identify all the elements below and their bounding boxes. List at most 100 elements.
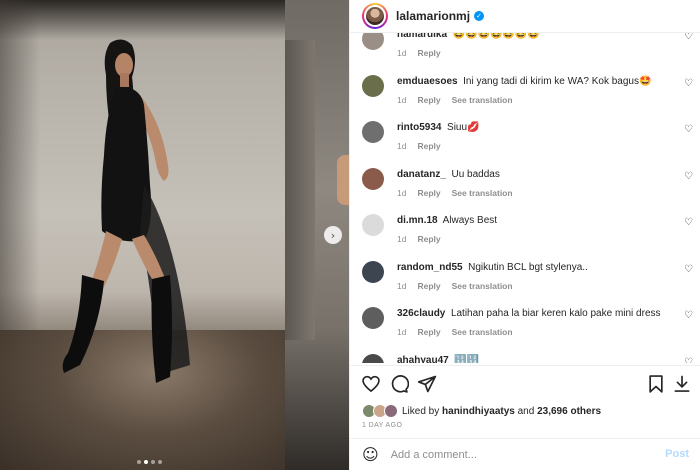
comment-text: Ngikutin BCL bgt stylenya.. — [468, 261, 588, 273]
comment-body: 326claudy Latihan paha la biar keren kal… — [397, 307, 677, 337]
comment-row: danatanz_ Uu baddas 1d Reply See transla… — [362, 167, 697, 214]
author-avatar[interactable] — [362, 3, 388, 29]
reply-button[interactable]: Reply — [417, 95, 440, 105]
see-translation-link[interactable]: See translation — [452, 327, 513, 337]
commenter-avatar[interactable] — [362, 353, 384, 363]
commenter-username[interactable]: ahahyau47 — [397, 355, 449, 364]
see-translation-link[interactable]: See translation — [452, 188, 513, 198]
liker-avatar — [384, 404, 398, 418]
reply-button[interactable]: Reply — [417, 141, 440, 151]
next-slide-button[interactable]: › — [324, 226, 342, 244]
comment-like-heart-icon[interactable]: ♡ — [684, 124, 693, 135]
commenter-username[interactable]: danatanz_ — [397, 169, 446, 180]
post-side-panel: lalamarionmj ✓ namaruika 😆😆😆😆😆😆😆 1d Repl… — [349, 0, 700, 470]
commenter-avatar[interactable] — [362, 167, 384, 190]
commenter-username[interactable]: rinto5934 — [397, 122, 441, 133]
comment-row: ahahyau47 🔢🔢 1d Reply ♡ — [362, 353, 697, 364]
post-date[interactable]: 1 DAY AGO — [362, 422, 402, 429]
slide-indicator — [137, 460, 162, 464]
comment-like-heart-icon[interactable]: ♡ — [684, 78, 693, 89]
comment-text: Always Best — [442, 215, 498, 226]
commenter-username[interactable]: namaruika — [397, 33, 447, 40]
reply-button[interactable]: Reply — [417, 48, 440, 58]
comment-row: emduaesoes Ini yang tadi di kirim ke WA?… — [362, 74, 697, 121]
comment-like-heart-icon[interactable]: ♡ — [684, 217, 693, 228]
comment-time: 1d — [397, 327, 407, 337]
liker-avatars[interactable] — [362, 404, 398, 418]
comment-input[interactable] — [390, 448, 661, 461]
slide-dot — [144, 460, 148, 464]
comment-text: 😆😆😆😆😆😆😆 — [452, 33, 540, 40]
comment-text: Uu baddas — [451, 168, 500, 180]
comment-like-heart-icon[interactable]: ♡ — [684, 357, 693, 364]
comment-row: di.mn.18 Always Best 1d Reply ♡ — [362, 214, 697, 260]
comment-body: namaruika 😆😆😆😆😆😆😆 1d Reply — [397, 33, 677, 58]
commenter-avatar[interactable] — [362, 307, 384, 329]
commenter-avatar[interactable] — [362, 74, 384, 97]
comments-list[interactable]: namaruika 😆😆😆😆😆😆😆 1d Reply ♡ emduaesoes … — [350, 33, 700, 363]
comment-text: 🔢🔢 — [454, 354, 480, 364]
comment-body: di.mn.18 Always Best 1d Reply — [397, 214, 677, 244]
comment-text: Ini yang tadi di kirim ke WA? Kok bagus🤩 — [463, 75, 652, 87]
comment-body: danatanz_ Uu baddas 1d Reply See transla… — [397, 168, 677, 198]
commenter-username[interactable]: 326claudy — [397, 308, 445, 319]
comment-text: Latihan paha la biar keren kalo pake min… — [450, 308, 661, 319]
likes-conj: and — [517, 405, 535, 417]
commenter-username[interactable]: di.mn.18 — [397, 215, 438, 226]
action-bar — [350, 365, 700, 400]
comment-time: 1d — [397, 94, 407, 105]
reply-button[interactable]: Reply — [417, 281, 440, 291]
reply-button[interactable]: Reply — [417, 327, 440, 337]
slide-dot — [151, 460, 155, 464]
comment-body: ahahyau47 🔢🔢 1d Reply — [397, 354, 677, 364]
likes-summary: Liked by hanindhiyaatys and 23,696 other… — [362, 403, 601, 419]
commenter-username[interactable]: emduaesoes — [397, 76, 458, 87]
post-photo — [0, 0, 285, 470]
reply-button[interactable]: Reply — [417, 188, 440, 198]
post-media: › — [0, 0, 349, 470]
comment-row: random_nd55 Ngikutin BCL bgt stylenya.. … — [362, 260, 697, 307]
likes-prefix: Liked by — [402, 405, 440, 417]
download-icon[interactable] — [672, 374, 692, 394]
comment-like-heart-icon[interactable]: ♡ — [684, 310, 693, 321]
slide-dot — [158, 460, 162, 464]
comment-time: 1d — [397, 234, 407, 244]
comment-text: Siuu💋 — [447, 122, 480, 133]
comment-time: 1d — [397, 141, 407, 151]
commenter-username[interactable]: random_nd55 — [397, 262, 463, 273]
reply-button[interactable]: Reply — [417, 234, 440, 244]
comment-time: 1d — [397, 280, 407, 291]
post-comment-button[interactable]: Post — [665, 448, 689, 460]
comment-row: 326claudy Latihan paha la biar keren kal… — [362, 307, 697, 353]
slide-dot — [137, 460, 141, 464]
comment-body: random_nd55 Ngikutin BCL bgt stylenya.. … — [397, 261, 677, 291]
commenter-avatar[interactable] — [362, 33, 384, 50]
comment-body: emduaesoes Ini yang tadi di kirim ke WA?… — [397, 75, 677, 105]
model-figure-illustration — [62, 39, 190, 383]
verified-badge-icon: ✓ — [474, 11, 485, 21]
emoji-smiley-icon[interactable]: ☺ — [362, 445, 379, 464]
likes-count-link[interactable]: 23,696 others — [537, 406, 601, 417]
comment-bubble-icon[interactable] — [389, 374, 409, 394]
comment-row: namaruika 😆😆😆😆😆😆😆 1d Reply ♡ — [362, 33, 697, 74]
share-paper-plane-icon[interactable] — [417, 374, 437, 394]
save-bookmark-icon[interactable] — [646, 374, 666, 394]
see-translation-link[interactable]: See translation — [452, 95, 513, 105]
comment-composer: ☺ Post — [350, 438, 700, 470]
comment-time: 1d — [397, 48, 407, 58]
comment-like-heart-icon[interactable]: ♡ — [684, 264, 693, 275]
post-header: lalamarionmj ✓ — [350, 0, 700, 33]
comment-row: rinto5934 Siuu💋 1d Reply ♡ — [362, 121, 697, 167]
like-heart-icon[interactable] — [361, 374, 381, 394]
commenter-avatar[interactable] — [362, 260, 384, 283]
commenter-avatar[interactable] — [362, 121, 384, 143]
liker-username[interactable]: hanindhiyaatys — [442, 406, 515, 417]
comment-like-heart-icon[interactable]: ♡ — [684, 171, 693, 182]
comment-body: rinto5934 Siuu💋 1d Reply — [397, 121, 677, 151]
see-translation-link[interactable]: See translation — [452, 281, 513, 291]
chevron-right-icon: › — [330, 228, 336, 242]
comment-like-heart-icon[interactable]: ♡ — [684, 33, 693, 42]
author-username[interactable]: lalamarionmj — [396, 9, 470, 23]
comment-time: 1d — [397, 187, 407, 198]
commenter-avatar[interactable] — [362, 214, 384, 236]
